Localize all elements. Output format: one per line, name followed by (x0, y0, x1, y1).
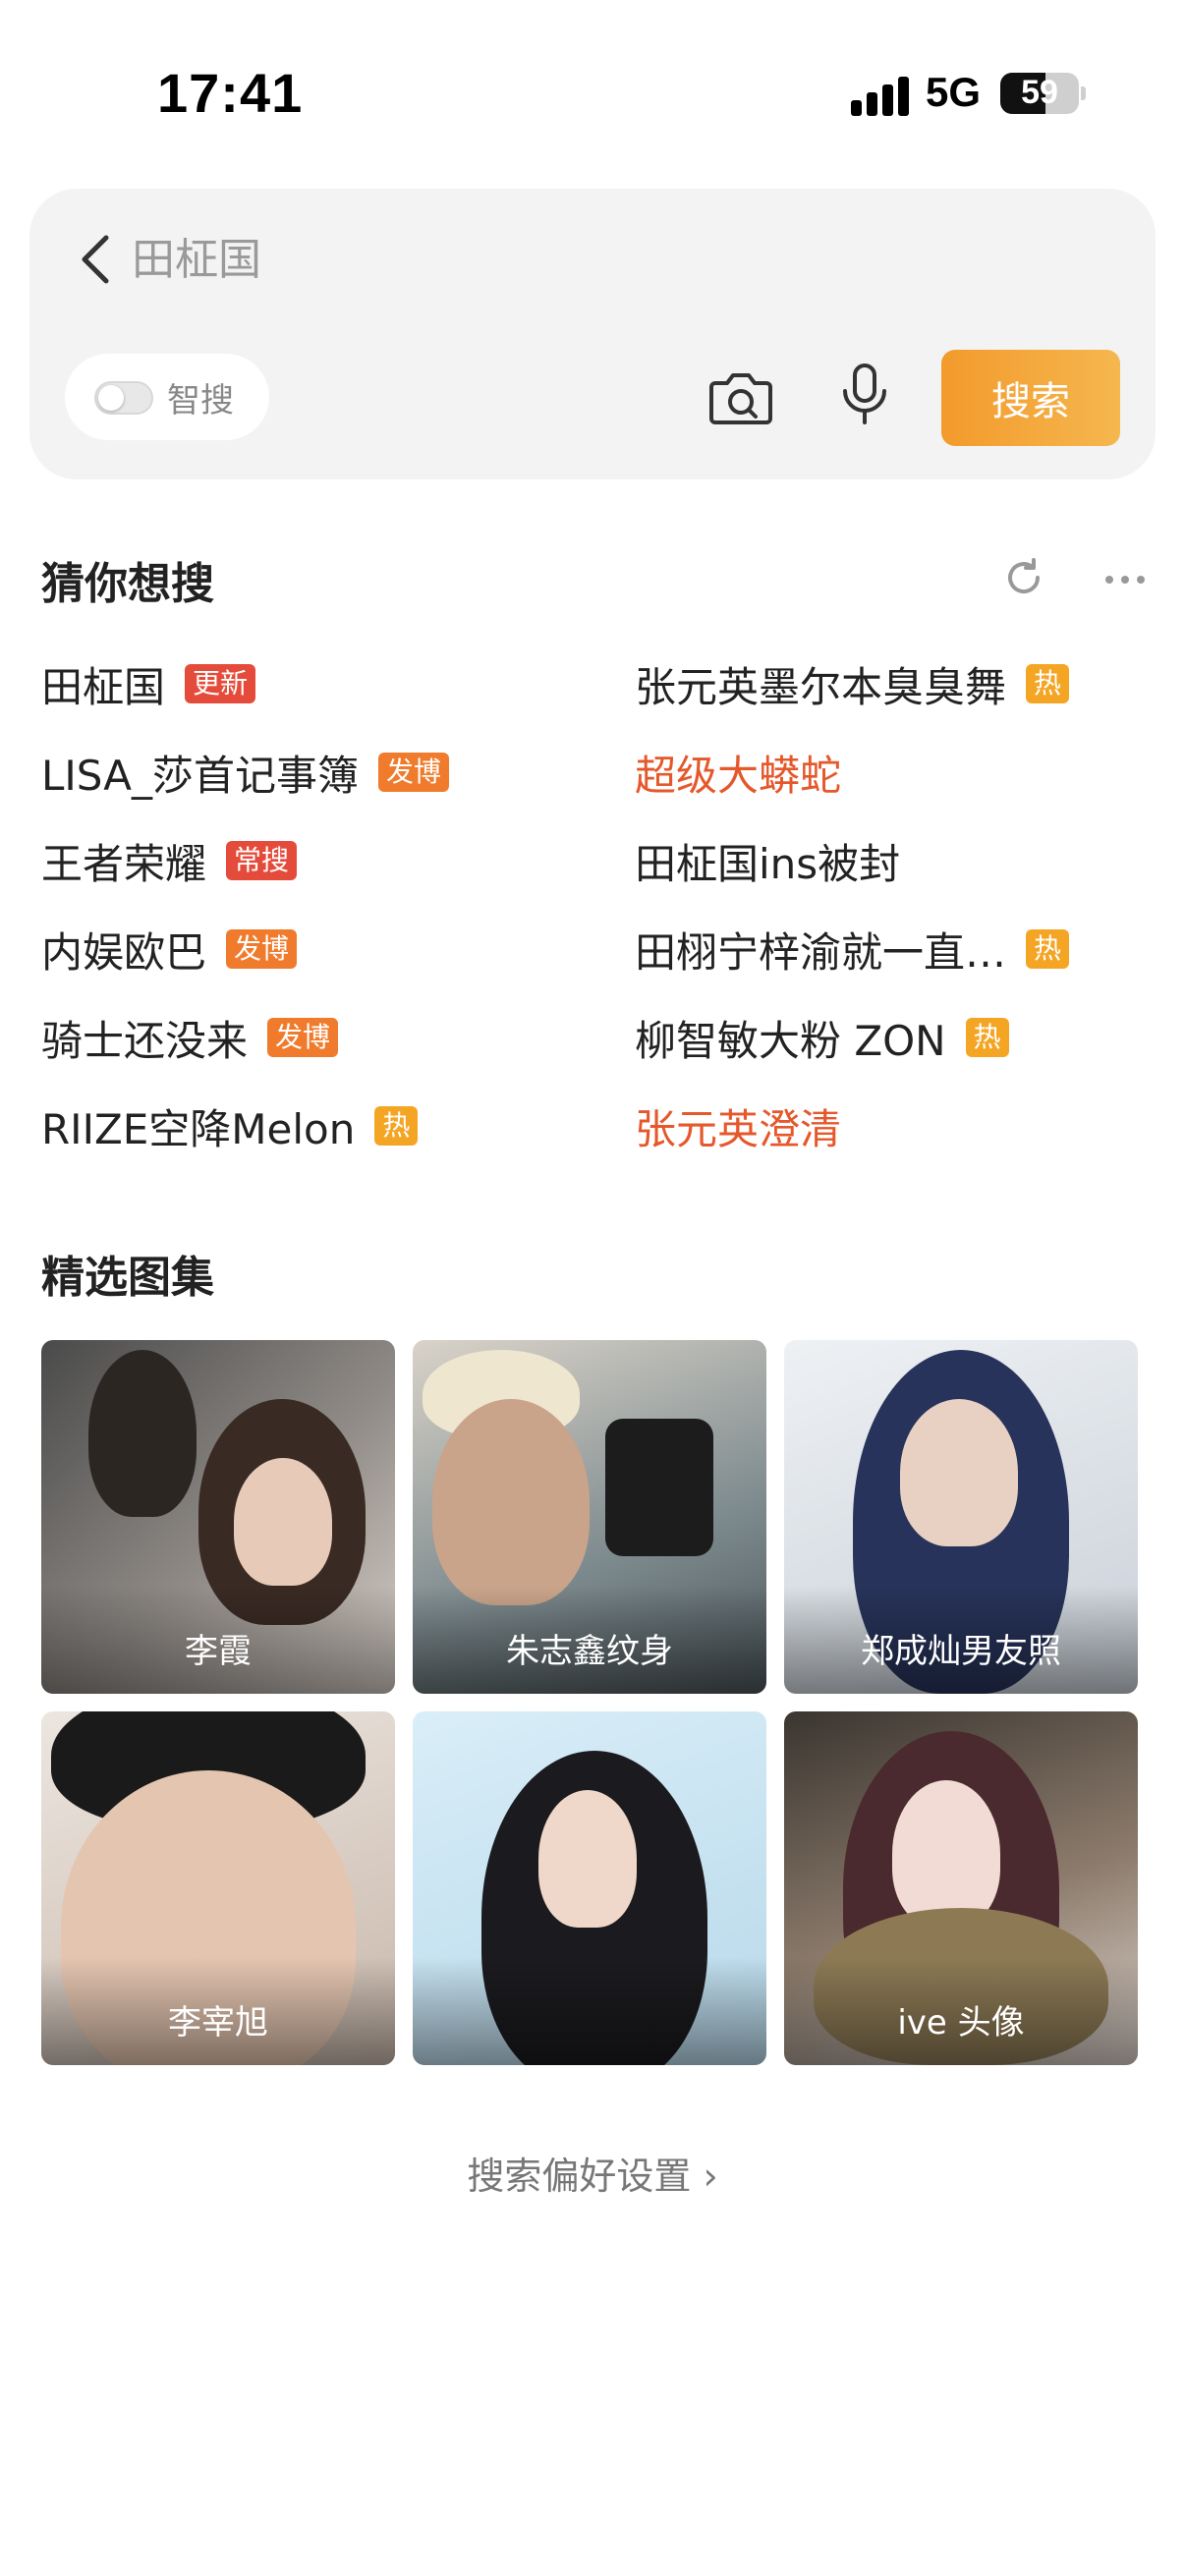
refresh-icon[interactable] (1002, 556, 1045, 599)
gallery-card[interactable]: 郑成灿男友照 (784, 1340, 1138, 1694)
suggestion-badge: 热 (1026, 664, 1070, 703)
suggestion-text: 骑士还没来 (41, 1016, 249, 1065)
camera-icon[interactable] (707, 364, 774, 430)
cellular-signal-icon (851, 77, 910, 116)
suggestion-text: 田柾国 (41, 662, 166, 711)
gallery-caption: 郑成灿男友照 (861, 1632, 1061, 1671)
suggestion-badge: 发博 (267, 1018, 339, 1057)
gallery-card[interactable]: 李霞 (41, 1340, 395, 1694)
section-title-gallery: 精选图集 (41, 1253, 214, 1303)
suggestion-badge: 热 (1026, 929, 1070, 969)
search-button[interactable]: 搜索 (941, 350, 1120, 446)
suggestion-text: RIIZE空降Melon (41, 1104, 356, 1153)
suggestion-item[interactable]: 田栩宁梓渝就一直… 热 (635, 920, 1070, 979)
toggle-knob (98, 385, 124, 411)
suggestion-text: 张元英澄清 (635, 1104, 842, 1153)
suggestion-item[interactable]: 张元英澄清 (635, 1096, 841, 1155)
suggestion-text: 田栩宁梓渝就一直… (635, 927, 1007, 977)
suggestion-badge: 发博 (377, 753, 449, 792)
suggestion-text: 田柾国ins被封 (635, 839, 901, 888)
suggestion-text: 王者荣耀 (41, 839, 207, 888)
search-input[interactable] (132, 228, 1016, 291)
photo-figure (432, 1399, 590, 1605)
search-panel: 智搜 搜索 (29, 189, 1156, 479)
gallery-card[interactable] (413, 1711, 766, 2065)
section-title-guess: 猜你想搜 (41, 559, 214, 609)
photo-figure (538, 1790, 637, 1928)
search-preferences-link[interactable]: 搜索偏好设置 › (0, 2146, 1185, 2200)
suggestion-text: 张元英墨尔本臭臭舞 (635, 662, 1007, 711)
gallery-caption: 李霞 (185, 1632, 252, 1671)
suggestion-item[interactable]: RIIZE空降Melon 热 (41, 1096, 419, 1155)
suggestion-item[interactable]: 柳智敏大粉 ZON 热 (635, 1008, 1009, 1067)
suggestion-text: 柳智敏大粉 ZON (635, 1016, 946, 1065)
microphone-icon[interactable] (835, 362, 894, 428)
photo-figure (234, 1458, 332, 1586)
ai-search-label: 智搜 (167, 381, 234, 420)
back-icon[interactable] (67, 228, 126, 291)
suggestion-text: 超级大蟒蛇 (635, 751, 842, 800)
suggestion-item[interactable]: 骑士还没来 发博 (41, 1008, 339, 1067)
gallery-card[interactable]: 朱志鑫纹身 (413, 1340, 766, 1694)
suggestion-badge: 发博 (226, 929, 298, 969)
suggestion-item[interactable]: 田柾国 更新 (41, 654, 256, 713)
suggestion-item[interactable]: 田柾国ins被封 (635, 831, 900, 890)
gallery-card[interactable]: 李宰旭 (41, 1711, 395, 2065)
suggestion-badge: 更新 (185, 664, 256, 703)
gallery-caption: 李宰旭 (168, 2003, 268, 2043)
suggestion-item[interactable]: 王者荣耀 常搜 (41, 831, 298, 890)
suggestion-badge: 热 (374, 1106, 419, 1146)
photo-figure (605, 1419, 713, 1556)
photo-figure (900, 1399, 1018, 1546)
gallery-card[interactable]: ive 头像 (784, 1711, 1138, 2065)
ai-search-toggle[interactable]: 智搜 (65, 354, 269, 440)
more-icon[interactable] (1102, 560, 1148, 599)
toggle-switch[interactable] (94, 381, 153, 415)
photo-figure (88, 1350, 197, 1517)
suggestion-item[interactable]: 超级大蟒蛇 (635, 743, 841, 802)
network-type: 5G (926, 69, 982, 115)
suggestion-text: LISA_莎首记事簿 (41, 751, 359, 800)
gallery-caption: ive 头像 (897, 2003, 1025, 2043)
status-bar: 17:41 5G 59 (0, 0, 1185, 187)
suggestion-text: 内娱欧巴 (41, 927, 207, 977)
suggestion-item[interactable]: 张元英墨尔本臭臭舞 热 (635, 654, 1070, 713)
battery-tip (1081, 86, 1086, 100)
battery-level: 59 (1021, 74, 1058, 111)
battery-icon: 59 (1000, 73, 1079, 114)
search-page: 17:41 5G 59 智搜 (0, 0, 1185, 2576)
gallery-caption: 朱志鑫纹身 (506, 1632, 673, 1671)
suggestion-badge: 热 (965, 1018, 1009, 1057)
photo-figure (892, 1780, 1000, 1928)
status-time: 17:41 (157, 62, 304, 124)
suggestion-item[interactable]: LISA_莎首记事簿 发博 (41, 743, 449, 802)
suggestion-badge: 常搜 (226, 841, 298, 880)
suggestion-item[interactable]: 内娱欧巴 发博 (41, 920, 298, 979)
